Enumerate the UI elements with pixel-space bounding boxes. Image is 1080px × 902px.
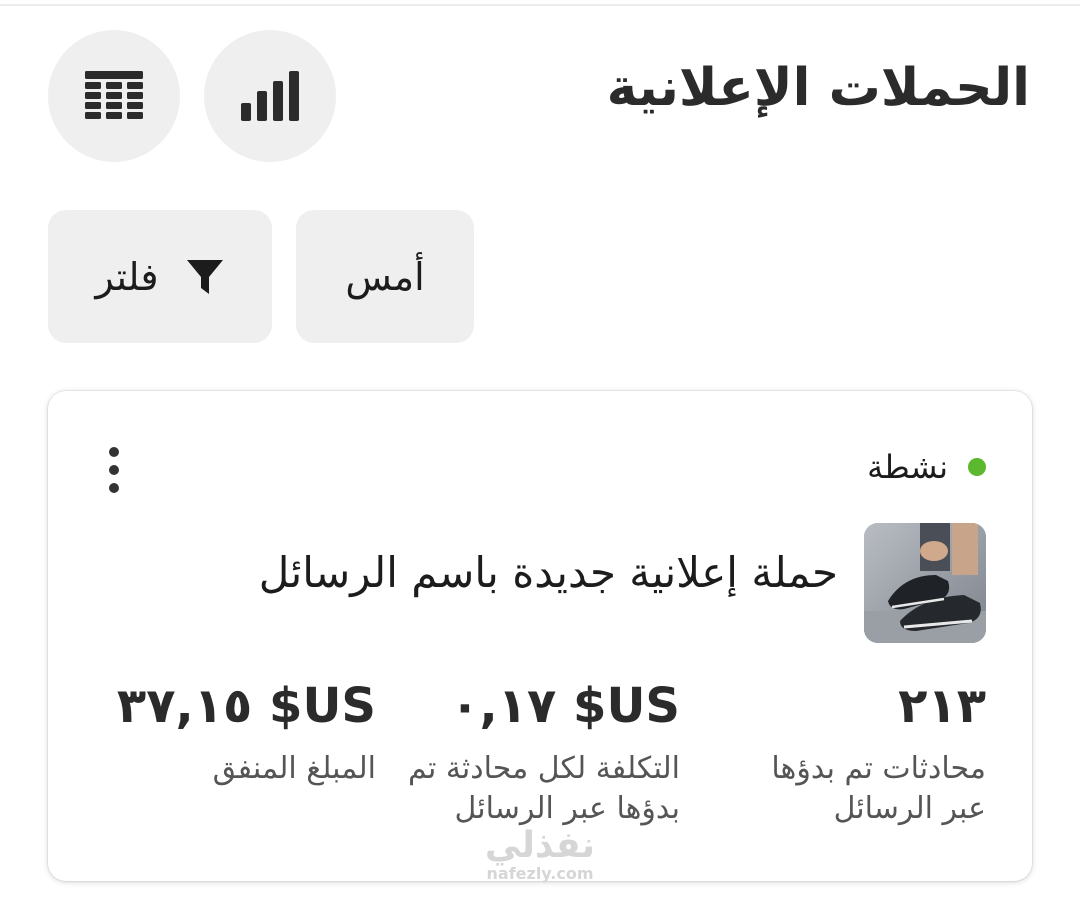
metric-value: ٢١٣: [898, 678, 986, 734]
funnel-icon: [186, 259, 223, 294]
page-title: الحملات الإعلانية: [606, 58, 1030, 118]
metric-label: التكلفة لكل محادثة تم بدؤها عبر الرسائل: [407, 751, 680, 826]
more-vertical-icon[interactable]: [100, 447, 128, 493]
watermark: نفذلي nafezly.com: [470, 826, 610, 882]
campaign-card[interactable]: نشطة حملة إعلانية جديدة باسم الرسائل ٢١٣…: [48, 391, 1032, 881]
watermark-latin: nafezly.com: [486, 864, 594, 883]
metric-value: US$ ٠,١٧: [450, 678, 680, 734]
metric-conversations: ٢١٣ محادثات تم بدؤها عبر الرسائل: [736, 673, 986, 829]
bar-chart-icon: [241, 71, 299, 121]
campaign-name[interactable]: حملة إعلانية جديدة باسم الرسائل: [259, 543, 838, 603]
table-grid-icon: [85, 71, 143, 119]
ads-campaigns-screen: الحملات الإعلانية أمس فلتر نشطة حملة إعل…: [0, 0, 1080, 902]
status-label: نشطة: [867, 448, 948, 486]
table-view-button[interactable]: [48, 30, 180, 162]
campaign-thumbnail: [864, 523, 986, 643]
metric-label: محادثات تم بدؤها عبر الرسائل: [771, 751, 986, 826]
chart-view-button[interactable]: [204, 30, 336, 162]
filter-button[interactable]: فلتر: [48, 210, 272, 343]
metric-label: المبلغ المنفق: [212, 751, 376, 786]
status-dot: [968, 458, 986, 476]
campaign-status: نشطة: [867, 447, 986, 487]
metric-cost-per-conversation: US$ ٠,١٧ التكلفة لكل محادثة تم بدؤها عبر…: [400, 673, 680, 829]
metric-value: US$ ٣٧,١٥: [116, 678, 376, 734]
date-range-label: أمس: [345, 254, 425, 299]
filter-label: فلتر: [95, 254, 159, 299]
top-divider: [0, 4, 1080, 6]
metric-amount-spent: US$ ٣٧,١٥ المبلغ المنفق: [116, 673, 376, 789]
date-range-button[interactable]: أمس: [296, 210, 474, 343]
watermark-arabic: نفذلي: [484, 825, 596, 866]
